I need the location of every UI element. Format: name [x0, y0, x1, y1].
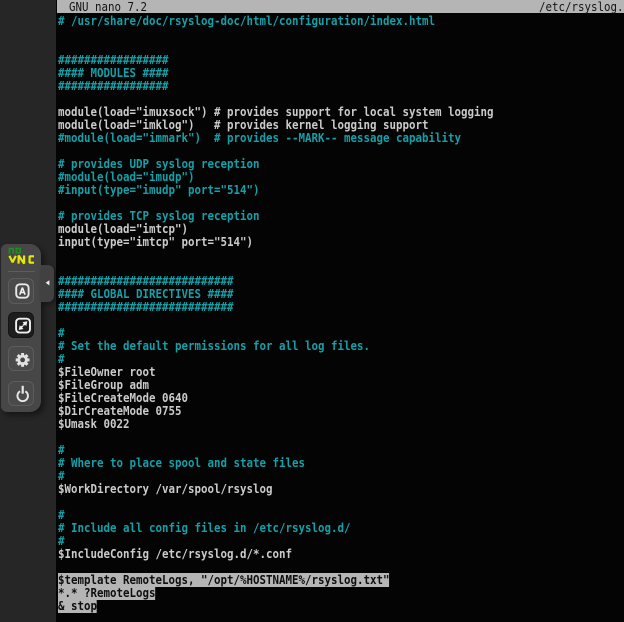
novnc-control-bar	[1, 244, 41, 412]
buffer-line[interactable]: #################	[58, 79, 168, 93]
buffer-line[interactable]: #	[58, 443, 65, 457]
nano-version-title: GNU nano 7.2	[69, 1, 147, 13]
buffer-line[interactable]: module(load="imtcp")	[58, 222, 188, 236]
novnc-logo	[1, 247, 41, 271]
buffer-line[interactable]: #	[58, 469, 65, 483]
clipboard-a-icon	[9, 279, 35, 305]
terminal-display[interactable]: GNU nano 7.2 /etc/rsyslog.conf # /usr/sh…	[56, 0, 624, 622]
buffer-line-selected[interactable]: *.* ?RemoteLogs	[58, 586, 155, 600]
buffer-line[interactable]: $FileGroup adm	[58, 378, 149, 392]
fullscreen-icon	[9, 313, 35, 339]
buffer-line[interactable]: #################	[58, 53, 168, 67]
gear-icon	[9, 347, 35, 373]
buffer-line[interactable]: #input(type="imudp" port="514")	[58, 183, 259, 197]
buffer-line[interactable]: #	[58, 508, 65, 522]
power-icon	[9, 382, 35, 408]
buffer-line[interactable]: $IncludeConfig /etc/rsyslog.d/*.conf	[58, 547, 292, 561]
logo-separator	[8, 271, 35, 272]
novnc-logo-icon	[1, 247, 41, 271]
buffer-line[interactable]: module(load="imuxsock") # provides suppo…	[58, 105, 493, 119]
buffer-line[interactable]: #module(load="imudp")	[58, 170, 194, 184]
novnc-screen: GNU nano 7.2 /etc/rsyslog.conf # /usr/sh…	[0, 0, 624, 622]
buffer-line[interactable]: $FileCreateMode 0640	[58, 391, 188, 405]
buffer-line[interactable]: # Include all config files in /etc/rsysl…	[58, 521, 350, 535]
buffer-line[interactable]: # provides UDP syslog reception	[58, 157, 259, 171]
control-bar-handle[interactable]	[41, 265, 54, 303]
buffer-line-selected[interactable]: & stop	[58, 599, 97, 613]
buffer-line[interactable]: ###########################	[58, 274, 233, 288]
buffer-line[interactable]: module(load="imklog") # provides kernel …	[58, 118, 428, 132]
nano-titlebar: GNU nano 7.2 /etc/rsyslog.conf	[57, 0, 624, 13]
buffer-line[interactable]: # Where to place spool and state files	[58, 456, 305, 470]
clipboard-button[interactable]	[8, 278, 34, 304]
buffer-line[interactable]: ###########################	[58, 300, 233, 314]
buffer-line[interactable]: #	[58, 352, 65, 366]
nano-filename: /etc/rsyslog.conf	[539, 1, 624, 13]
fullscreen-button[interactable]	[8, 312, 34, 338]
buffer-line[interactable]: input(type="imtcp" port="514")	[58, 235, 253, 249]
buffer-line[interactable]: # Set the default permissions for all lo…	[58, 339, 370, 353]
power-button[interactable]	[8, 381, 34, 407]
buffer-line[interactable]: $WorkDirectory /var/spool/rsyslog	[58, 482, 272, 496]
buffer-line[interactable]: #### GLOBAL DIRECTIVES ####	[58, 287, 233, 301]
logo-vnc	[9, 255, 34, 263]
collapse-arrow-icon	[41, 265, 54, 303]
buffer-line[interactable]: $Umask 0022	[58, 417, 130, 431]
buffer-line[interactable]: #	[58, 326, 65, 340]
settings-button[interactable]	[8, 346, 34, 372]
buffer-line-selected[interactable]: $template RemoteLogs, "/opt/%HOSTNAME%/r…	[58, 573, 389, 587]
logo-no	[10, 248, 21, 253]
buffer-line[interactable]: # /usr/share/doc/rsyslog-doc/html/config…	[58, 14, 435, 28]
buffer-line[interactable]: # provides TCP syslog reception	[58, 209, 259, 223]
buffer-line[interactable]: #### MODULES ####	[58, 66, 168, 80]
buffer-line[interactable]: #module(load="immark") # provides --MARK…	[58, 131, 461, 145]
nano-edit-buffer[interactable]: # /usr/share/doc/rsyslog-doc/html/config…	[58, 15, 493, 613]
buffer-line[interactable]: $DirCreateMode 0755	[58, 404, 181, 418]
buffer-line[interactable]: $FileOwner root	[58, 365, 155, 379]
buffer-line[interactable]: #	[58, 534, 65, 548]
